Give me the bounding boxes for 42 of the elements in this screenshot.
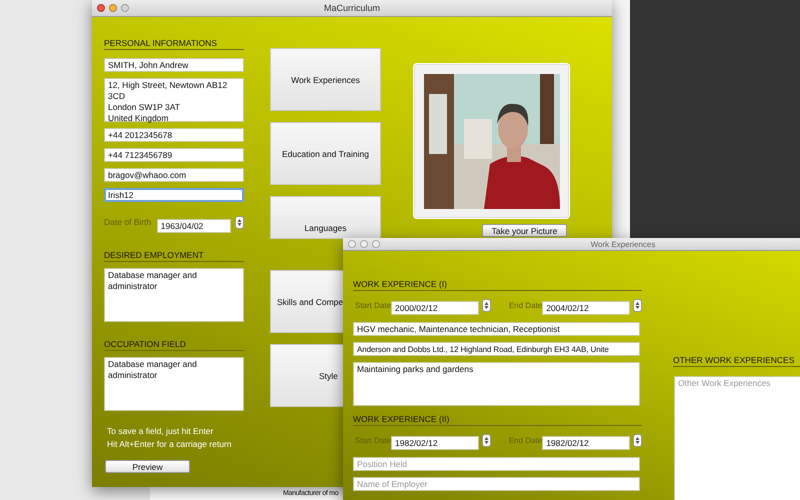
date-stepper[interactable]	[482, 434, 491, 446]
section-button[interactable]: Languages	[270, 196, 381, 239]
date-field[interactable]: 1963/04/02	[156, 219, 231, 233]
section-button[interactable]: Skills and Compe	[270, 270, 343, 333]
date-stepper[interactable]	[482, 298, 491, 312]
hint-text: Hit Alt+Enter for a carriage return	[107, 439, 232, 449]
section-heading: WORK EXPERIENCE (II)	[353, 414, 642, 426]
section-button[interactable]: Education and Training	[270, 122, 381, 185]
window-title: Work Experiences	[590, 240, 656, 248]
take-picture-button[interactable]: Take your Picture	[482, 224, 567, 237]
field-label: Date of Birth	[104, 217, 152, 227]
section-heading: WORK EXPERIENCE (I)	[353, 279, 642, 291]
date-field[interactable]: 2004/02/12	[542, 301, 630, 315]
date-field[interactable]: 2000/02/12	[391, 301, 479, 315]
text-field[interactable]: 12, High Street, Newtown AB12 3CD London SW1P 3AT United Kingdom	[104, 78, 244, 122]
text-area[interactable]: Maintaining parks and gardens	[353, 362, 640, 406]
date-stepper[interactable]	[235, 216, 244, 228]
hint-text: To save a field, just hit Enter	[107, 426, 214, 436]
field-label: End Date	[508, 436, 542, 444]
field-label: Start Date	[355, 300, 392, 310]
date-stepper[interactable]	[633, 434, 642, 446]
preview-button[interactable]: Preview	[105, 460, 190, 473]
date-field[interactable]: 1982/02/12	[391, 436, 479, 450]
text-field[interactable]: Irish12	[104, 188, 244, 202]
section-heading: DESIRED EMPLOYMENT	[104, 250, 244, 262]
text-area[interactable]: Database manager and administrator	[104, 357, 244, 411]
text-field[interactable]: Anderson and Dobbs Ltd., 12 Highland Road, Edinburgh EH3 4AB, Unite	[353, 342, 640, 356]
text-field[interactable]: +44 2012345678	[104, 128, 244, 142]
field-label: End Date	[508, 300, 542, 310]
text-field[interactable]: bragov@whaoo.com	[104, 168, 244, 182]
section-button[interactable]: Work Experiences	[270, 48, 381, 111]
section-heading: OTHER WORK EXPERIENCES	[673, 355, 800, 367]
window-title: MaCurriculum	[324, 3, 380, 13]
section-button[interactable]: Style	[270, 344, 343, 407]
text-field[interactable]: +44 7123456789	[104, 148, 244, 162]
section-heading: PERSONAL INFORMATIONS	[104, 38, 244, 50]
text-field[interactable]: HGV mechanic, Maintenance technician, Receptionist	[353, 322, 640, 336]
date-field[interactable]: 1982/02/12	[542, 436, 630, 450]
section-heading: OCCUPATION FIELD	[104, 339, 244, 351]
text-field[interactable]: SMITH, John Andrew	[104, 58, 244, 72]
text-area[interactable]: Database manager and administrator	[104, 268, 244, 322]
date-stepper[interactable]	[633, 298, 642, 312]
